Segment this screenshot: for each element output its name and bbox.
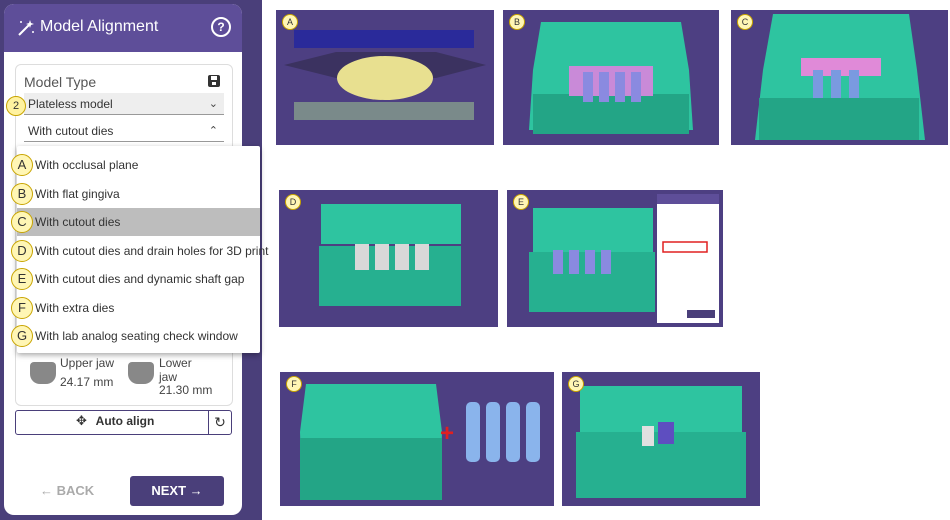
- back-label: BACK: [56, 483, 95, 498]
- help-icon[interactable]: ?: [211, 17, 231, 37]
- option-badge: C: [11, 211, 33, 233]
- preview-tag: B: [509, 14, 525, 30]
- preview-tag: E: [513, 194, 529, 210]
- preview-tag: F: [286, 376, 302, 392]
- option-flat-gingiva[interactable]: B With flat gingiva: [11, 180, 260, 208]
- chevron-up-icon: ⌃: [208, 125, 218, 137]
- option-label: With cutout dies: [35, 215, 121, 229]
- model-type-label: Model Type: [24, 74, 97, 90]
- preview-e: E: [507, 190, 723, 327]
- lower-jaw-label: Lower jaw: [159, 356, 192, 384]
- option-label: With extra dies: [35, 301, 115, 315]
- model-select[interactable]: Plateless model ⌄: [24, 93, 224, 115]
- auto-align-label: Auto align: [95, 414, 155, 428]
- preview-tag: A: [282, 14, 298, 30]
- panel-title: Model Alignment: [40, 18, 159, 35]
- flat-gingiva-model-image: [529, 22, 693, 134]
- option-cutout-dies[interactable]: C With cutout dies: [11, 208, 260, 236]
- option-extra-dies[interactable]: F With extra dies: [11, 294, 260, 322]
- preview-tag: D: [285, 194, 301, 210]
- option-label: With cutout dies and drain holes for 3D …: [35, 244, 269, 258]
- dies-dropdown-list: A With occlusal plane B With flat gingiv…: [11, 146, 268, 353]
- option-badge: G: [11, 325, 33, 347]
- option-badge: B: [11, 183, 33, 205]
- dies-select-value: With cutout dies: [28, 124, 114, 138]
- upper-jaw-value: 24.17 mm: [60, 375, 114, 389]
- next-label: NEXT: [151, 483, 187, 498]
- option-label: With cutout dies and dynamic shaft gap: [35, 272, 245, 286]
- auto-align-button[interactable]: ✥ Auto align ↻: [15, 410, 232, 435]
- preview-f: F: [280, 372, 554, 506]
- magic-wand-icon: [18, 20, 34, 36]
- lower-jaw-icon: [128, 362, 154, 384]
- next-button[interactable]: NEXT →: [130, 476, 224, 506]
- plus-icon: +: [440, 420, 455, 447]
- option-badge: D: [11, 240, 33, 262]
- option-lab-analog[interactable]: G With lab analog seating check window: [11, 322, 260, 350]
- upper-jaw-label: Upper jaw: [60, 356, 115, 370]
- option-badge: A: [11, 154, 33, 176]
- preview-d: D: [279, 190, 498, 327]
- preview-tag: G: [568, 376, 584, 392]
- dynamic-shaft-gap-model-image: [529, 194, 719, 323]
- refresh-icon[interactable]: ↻: [208, 411, 231, 434]
- model-select-value: Plateless model: [28, 97, 113, 111]
- dies-select[interactable]: With cutout dies ⌃: [24, 120, 224, 142]
- extra-dies-model-image: [300, 384, 540, 500]
- option-badge: F: [11, 297, 33, 319]
- option-occlusal-plane[interactable]: A With occlusal plane: [11, 151, 260, 179]
- upper-jaw-icon: [30, 362, 56, 384]
- option-label: With lab analog seating check window: [35, 329, 238, 343]
- lab-analog-model-image: [576, 386, 746, 498]
- lower-jaw-value: 21.30 mm: [159, 383, 213, 397]
- arrow-left-icon: ←: [40, 483, 53, 498]
- option-dynamic-shaft-gap[interactable]: E With cutout dies and dynamic shaft gap: [11, 265, 260, 293]
- option-drain-holes[interactable]: D With cutout dies and drain holes for 3…: [11, 237, 268, 265]
- drain-holes-model-image: [319, 204, 461, 306]
- preview-g: G: [562, 372, 760, 506]
- back-button[interactable]: ← BACK: [40, 483, 94, 498]
- occlusal-plane-model-image: [284, 30, 486, 120]
- cutout-dies-model-image: [755, 14, 925, 140]
- option-label: With flat gingiva: [35, 187, 120, 201]
- panel-header: Model Alignment ?: [4, 4, 242, 52]
- step-badge: 2: [6, 96, 26, 116]
- preview-tag: C: [737, 14, 753, 30]
- save-icon[interactable]: [208, 75, 220, 87]
- option-badge: E: [11, 268, 33, 290]
- option-label: With occlusal plane: [35, 158, 139, 172]
- arrow-right-icon: →: [189, 483, 203, 498]
- chevron-down-icon: ⌄: [208, 98, 218, 110]
- preview-b: B: [503, 10, 719, 145]
- preview-a: A: [276, 10, 494, 145]
- preview-c: C: [731, 10, 948, 145]
